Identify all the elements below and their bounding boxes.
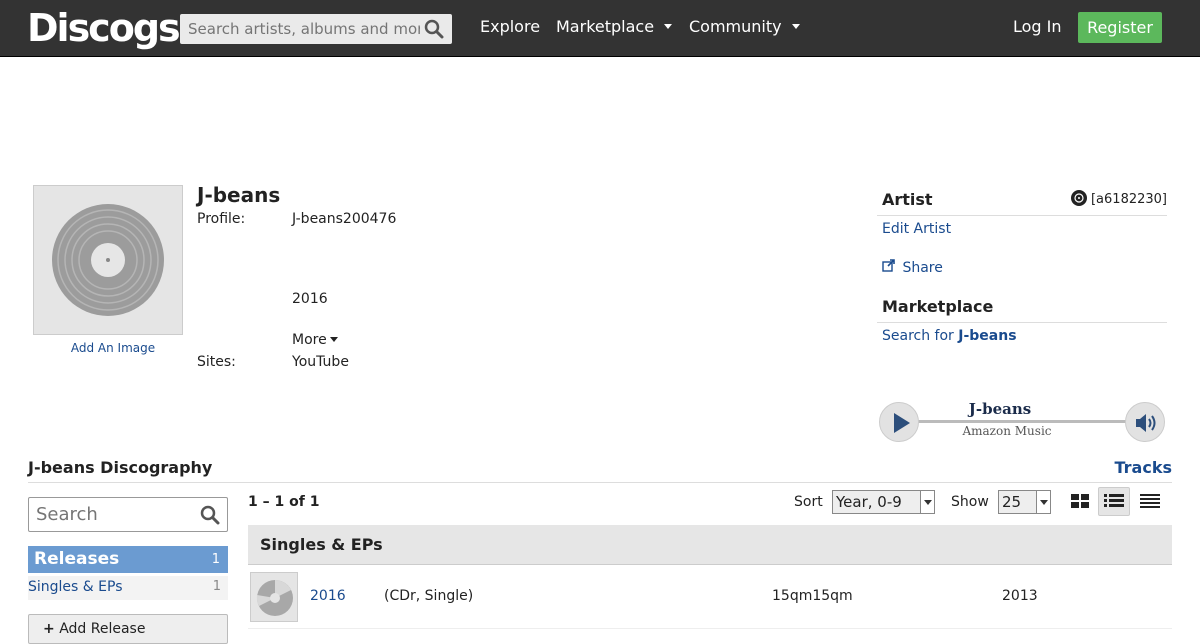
search-for-text: Search for [882, 328, 954, 344]
marketplace-search-link[interactable]: Search for J-beans [882, 328, 1017, 344]
sites-label: Sites: [197, 354, 236, 370]
edit-artist-link[interactable]: Edit Artist [882, 221, 951, 237]
register-button[interactable]: Register [1078, 12, 1162, 43]
releases-filter[interactable]: Releases 1 [28, 546, 228, 573]
nav-community-label: Community [689, 17, 782, 36]
play-button[interactable] [879, 402, 919, 442]
plus-icon: + [43, 621, 55, 637]
artist-name: J-beans [197, 183, 281, 207]
text-list-icon [1140, 494, 1160, 508]
login-link[interactable]: Log In [1013, 17, 1062, 36]
discogs-logo[interactable]: Discogs [27, 6, 181, 50]
divider [28, 482, 1172, 483]
releases-count: 1 [211, 552, 220, 567]
dropdown-arrow-icon [1036, 491, 1050, 513]
site-search-input[interactable] [180, 14, 420, 44]
nav-community[interactable]: Community [689, 17, 800, 36]
list-view-icon [1104, 494, 1124, 507]
list-view-button[interactable] [1098, 487, 1130, 516]
singles-eps-count: 1 [212, 579, 221, 594]
singles-eps-filter[interactable]: Singles & EPs 1 [28, 576, 228, 600]
player-progress-track[interactable] [916, 420, 1128, 423]
release-title-link[interactable]: 2016 [310, 588, 346, 604]
dropdown-arrow-icon [920, 491, 934, 513]
release-year: 2013 [1002, 588, 1038, 604]
discography-title: J-beans Discography [28, 458, 213, 477]
add-release-button[interactable]: + Add Release [28, 614, 228, 644]
show-select[interactable]: 25 [998, 490, 1051, 514]
profile-value: J-beans200476 [292, 211, 397, 227]
player-title: J-beans [968, 400, 1032, 418]
grid-view-icon [1071, 494, 1089, 508]
sort-value: Year, 0-9 [836, 493, 902, 511]
logo-text: Discogs [27, 6, 181, 50]
vinyl-record-icon [52, 204, 164, 316]
top-navigation-bar: Discogs Explore Marketplace Community Lo… [0, 0, 1200, 57]
artist-image-placeholder [33, 185, 183, 335]
chevron-down-icon [664, 24, 673, 29]
nav-explore[interactable]: Explore [480, 17, 540, 36]
nav-marketplace[interactable]: Marketplace [556, 17, 673, 36]
grid-view-button[interactable] [1064, 487, 1096, 516]
add-image-link[interactable]: Add An Image [33, 341, 193, 355]
sort-select[interactable]: Year, 0-9 [832, 490, 935, 514]
chevron-down-icon [791, 24, 800, 29]
table-row: 2016 (CDr, Single) 15qm15qm 2013 [248, 565, 1172, 629]
divider [877, 322, 1167, 323]
marketplace-heading: Marketplace [882, 297, 994, 316]
youtube-link[interactable]: YouTube [292, 354, 349, 370]
discography-search [28, 497, 228, 532]
profile-label: Profile: [197, 211, 246, 227]
search-icon[interactable] [424, 19, 444, 43]
profile-year: 2016 [292, 291, 328, 307]
search-icon[interactable] [200, 505, 220, 529]
release-label: 15qm15qm [772, 588, 853, 604]
artist-id[interactable]: [a6182230] [1070, 190, 1167, 207]
more-label: More [292, 332, 327, 348]
volume-button[interactable] [1125, 402, 1165, 442]
tracks-link[interactable]: Tracks [1115, 458, 1173, 477]
show-label: Show [951, 494, 989, 510]
discogs-disc-icon [1070, 190, 1087, 206]
cd-icon [256, 580, 293, 616]
share-icon [882, 259, 899, 276]
nav-marketplace-label: Marketplace [556, 17, 655, 36]
nav-explore-label: Explore [480, 17, 541, 36]
release-format: (CDr, Single) [384, 588, 474, 604]
caret-down-icon [329, 337, 338, 342]
share-label: Share [902, 260, 943, 276]
more-toggle[interactable]: More [292, 332, 338, 348]
site-search [180, 14, 452, 44]
release-thumbnail[interactable] [250, 572, 298, 622]
add-release-label: Add Release [59, 621, 146, 637]
text-view-button[interactable] [1134, 487, 1166, 516]
volume-icon [1136, 414, 1156, 432]
artist-id-text: [a6182230] [1090, 192, 1167, 207]
releases-label: Releases [34, 549, 120, 569]
sort-label: Sort [794, 494, 823, 510]
divider [877, 215, 1167, 216]
section-heading-singles-eps: Singles & EPs [248, 525, 1172, 565]
pagination-summary: 1 – 1 of 1 [248, 494, 320, 510]
singles-eps-label: Singles & EPs [28, 579, 123, 595]
play-icon [894, 413, 910, 433]
discography-search-input[interactable] [29, 498, 189, 531]
share-link[interactable]: Share [882, 259, 943, 276]
show-value: 25 [1002, 493, 1022, 511]
search-for-artist: J-beans [958, 328, 1017, 344]
player-subtitle: Amazon Music [962, 424, 1052, 438]
